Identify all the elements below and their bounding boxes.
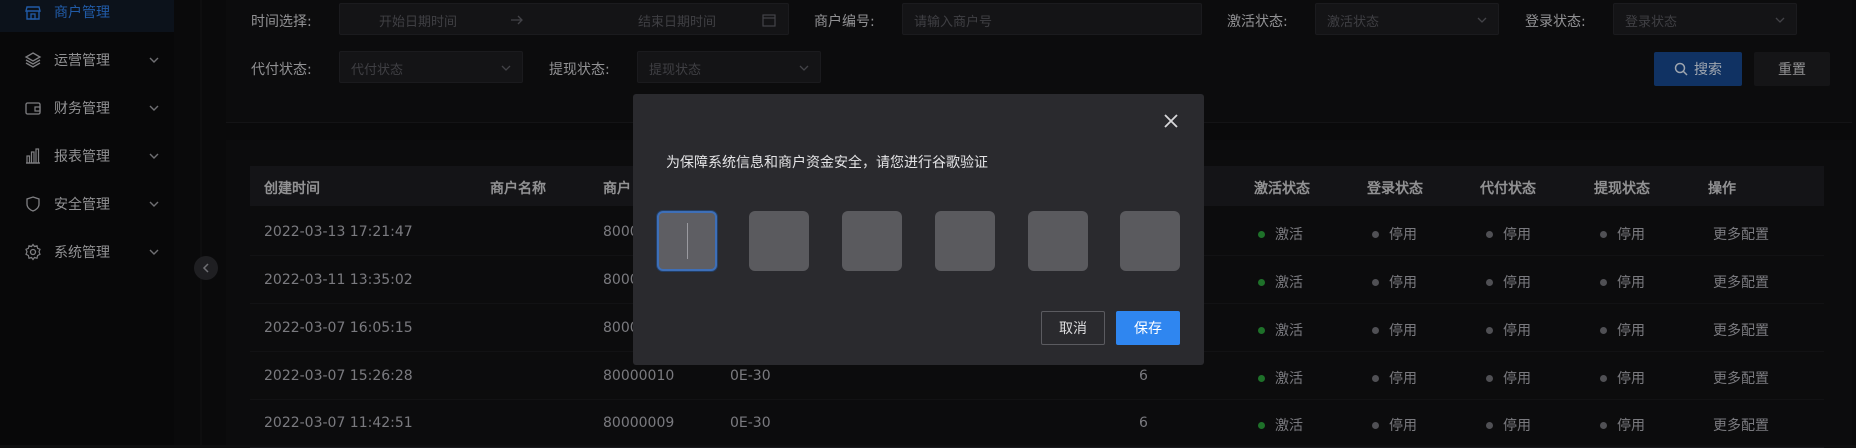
code-digit-input[interactable] [749, 211, 809, 271]
code-digit-input[interactable] [935, 211, 995, 271]
cancel-button[interactable]: 取消 [1041, 311, 1105, 345]
code-digit-input[interactable] [1120, 211, 1180, 271]
code-digit-input[interactable] [842, 211, 902, 271]
google-verification-dialog: 为保障系统信息和商户资金安全，请您进行谷歌验证 取消 保存 [633, 94, 1204, 365]
code-digit-input[interactable] [1028, 211, 1088, 271]
dialog-message: 为保障系统信息和商户资金安全，请您进行谷歌验证 [666, 155, 988, 171]
close-icon[interactable] [1162, 112, 1180, 130]
save-button[interactable]: 保存 [1116, 311, 1180, 345]
text-caret [687, 223, 688, 259]
code-digit-input[interactable] [657, 211, 717, 271]
